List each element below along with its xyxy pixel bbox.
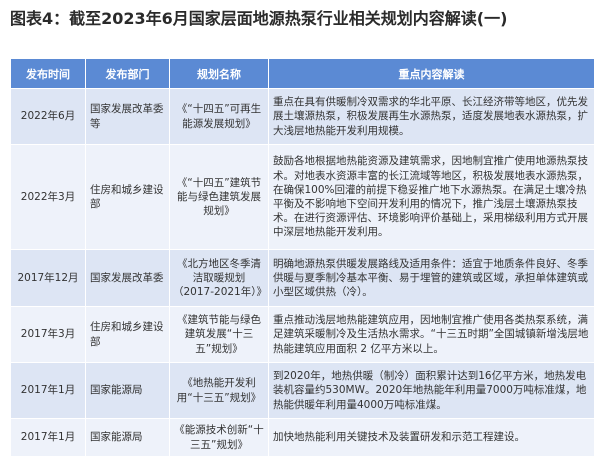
cell-plan: 《地热能开发利用“十三五”规划》 — [169, 362, 269, 419]
cell-dept: 住房和城乡建设部 — [85, 144, 170, 250]
cell-plan: 《“十四五”可再生能源发展规划》 — [169, 88, 269, 145]
cell-content: 到2020年，地热供暖（制冷）面积累计达到16亿平方米，地热发电装机容量约530… — [268, 362, 595, 419]
cell-plan: 《建筑节能与绿色建筑发展“十三五”规划》 — [169, 306, 269, 363]
cell-content: 鼓励各地根据地热能资源及建筑需求，因地制宜推广使用地源热泵技术。对地表水资源丰富… — [268, 144, 595, 250]
cell-plan: 《“十四五”建筑节能与绿色建筑发展规划》 — [169, 144, 269, 250]
cell-content: 明确地源热泵供暖发展路线及适用条件：适宜于地质条件良好、冬季供暖与夏季制冷基本平… — [268, 249, 595, 307]
figure-title: 图表4：截至2023年6月国家层面地源热泵行业相关规划内容解读(一) — [10, 9, 508, 28]
table-row: 2017年3月 住房和城乡建设部 《建筑节能与绿色建筑发展“十三五”规划》 重点… — [10, 306, 595, 363]
cell-time: 2022年3月 — [10, 144, 86, 250]
table-header-row: 发布时间 发布部门 规划名称 重点内容解读 — [10, 58, 595, 89]
table-row: 2017年12月 国家发展改革委 《北方地区冬季清洁取暖规划（2017-2021… — [10, 249, 595, 307]
cell-content: 重点推动浅层地热能建筑应用，因地制宜推广使用各类热泵系统，满足建筑采暖制冷及生活… — [268, 306, 595, 363]
cell-time: 2022年6月 — [10, 88, 86, 145]
cell-time: 2017年12月 — [10, 249, 86, 307]
cell-time: 2017年1月 — [10, 418, 86, 457]
cell-time: 2017年3月 — [10, 306, 86, 363]
header-content: 重点内容解读 — [268, 58, 595, 89]
cell-content: 加快地热能利用关键技术及装置研发和示范工程建设。 — [268, 418, 595, 457]
header-dept: 发布部门 — [85, 58, 170, 89]
policy-table: 发布时间 发布部门 规划名称 重点内容解读 2022年6月 国家发展改革委等 《… — [10, 58, 595, 457]
header-plan: 规划名称 — [169, 58, 269, 89]
header-time: 发布时间 — [10, 58, 86, 89]
table-row: 2022年6月 国家发展改革委等 《“十四五”可再生能源发展规划》 重点在具有供… — [10, 88, 595, 145]
cell-plan: 《北方地区冬季清洁取暖规划（2017-2021年）》 — [169, 249, 269, 307]
cell-dept: 国家发展改革委 — [85, 249, 170, 307]
table-row: 2017年1月 国家能源局 《能源技术创新“十三五”规划》 加快地热能利用关键技… — [10, 418, 595, 457]
cell-content: 重点在具有供暖制冷双需求的华北平原、长江经济带等地区，优先发展土壤源热泵，积极发… — [268, 88, 595, 145]
table-row: 2017年1月 国家能源局 《地热能开发利用“十三五”规划》 到2020年，地热… — [10, 362, 595, 419]
cell-dept: 住房和城乡建设部 — [85, 306, 170, 363]
cell-time: 2017年1月 — [10, 362, 86, 419]
cell-plan: 《能源技术创新“十三五”规划》 — [169, 418, 269, 457]
page: 图表4：截至2023年6月国家层面地源热泵行业相关规划内容解读(一) 发布时间 … — [0, 0, 604, 465]
cell-dept: 国家发展改革委等 — [85, 88, 170, 145]
cell-dept: 国家能源局 — [85, 362, 170, 419]
table-row: 2022年3月 住房和城乡建设部 《“十四五”建筑节能与绿色建筑发展规划》 鼓励… — [10, 144, 595, 250]
cell-dept: 国家能源局 — [85, 418, 170, 457]
